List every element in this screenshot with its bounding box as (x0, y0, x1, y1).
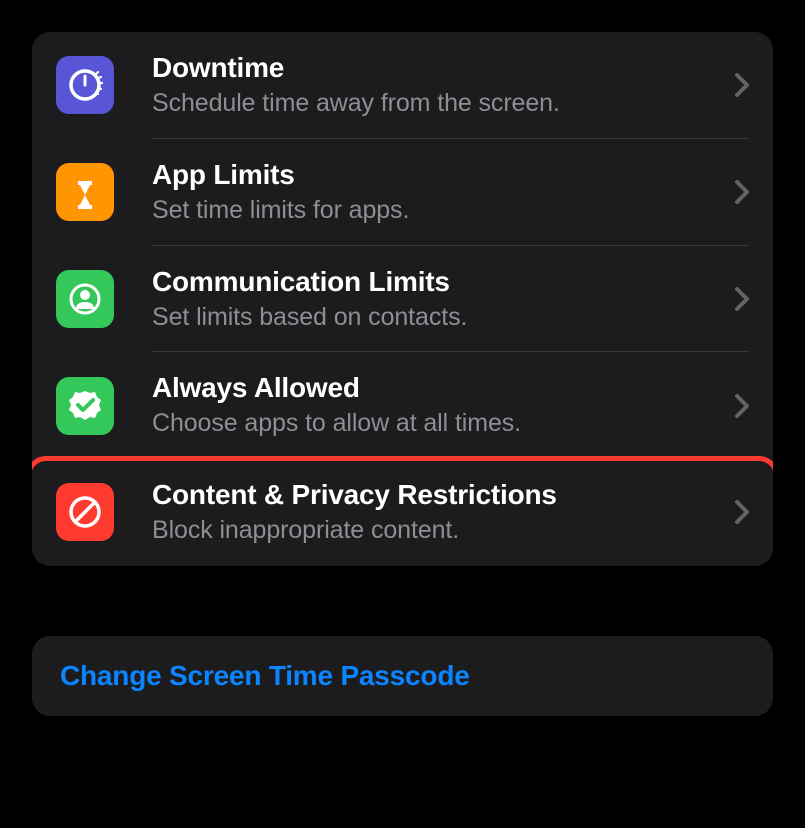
row-subtitle: Set time limits for apps. (152, 194, 723, 228)
content-privacy-row[interactable]: Content & Privacy Restrictions Block ina… (32, 459, 773, 566)
communication-limits-icon (56, 270, 114, 328)
app-limits-row[interactable]: App Limits Set time limits for apps. (32, 139, 773, 246)
row-title: Communication Limits (152, 264, 723, 299)
button-label: Change Screen Time Passcode (60, 660, 745, 692)
chevron-right-icon (735, 394, 749, 418)
app-limits-icon (56, 163, 114, 221)
row-subtitle: Schedule time away from the screen. (152, 87, 723, 121)
chevron-right-icon (735, 180, 749, 204)
row-title: Always Allowed (152, 370, 723, 405)
screen-time-settings-group: Downtime Schedule time away from the scr… (32, 32, 773, 566)
always-allowed-icon (56, 377, 114, 435)
downtime-icon (56, 56, 114, 114)
chevron-right-icon (735, 500, 749, 524)
row-title: App Limits (152, 157, 723, 192)
communication-limits-row[interactable]: Communication Limits Set limits based on… (32, 246, 773, 353)
chevron-right-icon (735, 287, 749, 311)
downtime-row[interactable]: Downtime Schedule time away from the scr… (32, 32, 773, 139)
content-privacy-icon (56, 483, 114, 541)
row-subtitle: Block inappropriate content. (152, 514, 723, 548)
always-allowed-row[interactable]: Always Allowed Choose apps to allow at a… (32, 352, 773, 459)
row-title: Downtime (152, 50, 723, 85)
chevron-right-icon (735, 73, 749, 97)
row-title: Content & Privacy Restrictions (152, 477, 723, 512)
row-subtitle: Set limits based on contacts. (152, 301, 723, 335)
row-subtitle: Choose apps to allow at all times. (152, 407, 723, 441)
change-passcode-button[interactable]: Change Screen Time Passcode (32, 636, 773, 716)
